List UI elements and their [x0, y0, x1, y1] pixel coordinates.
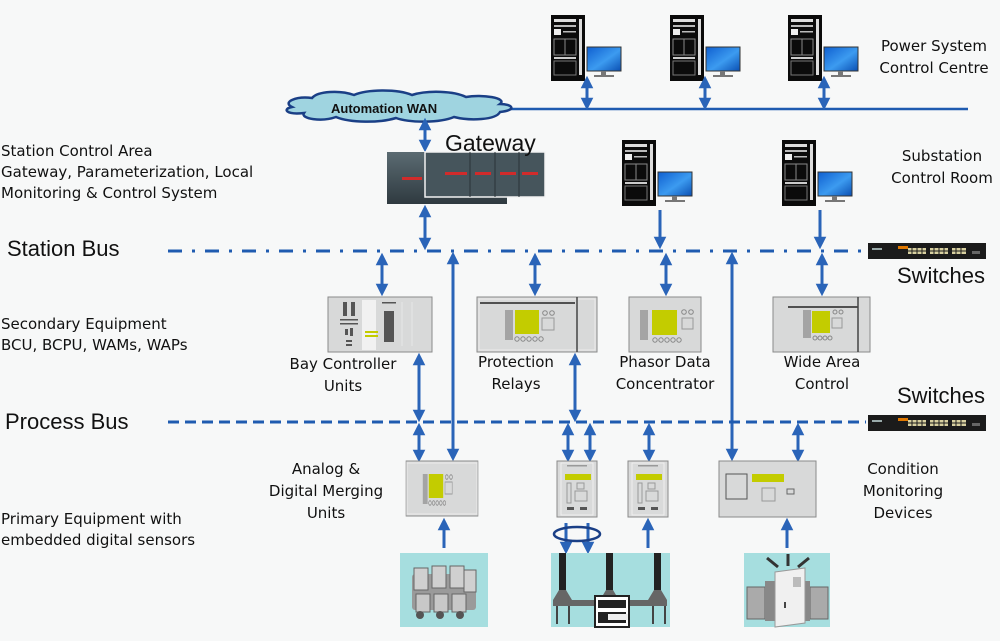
protection-relays-label: Protection Relays: [466, 351, 566, 395]
label-line: Power System: [880, 37, 988, 55]
switches-process-label: Switches: [897, 383, 986, 408]
label-line: Concentrator: [615, 375, 715, 393]
secondary-equipment-label: Secondary Equipment BCU, BCPU, WAMs, WAP…: [1, 314, 188, 356]
label-line: Primary Equipment with: [1, 510, 182, 528]
primary-equipment-label: Primary Equipment with embedded digital …: [1, 509, 195, 551]
process-bus-switch: [867, 414, 987, 432]
merging-unit-3: [627, 460, 669, 518]
diagram-stage: Automation WAN Gateway Power System Cont…: [0, 0, 1000, 641]
label-line: Control Room: [891, 169, 993, 187]
station-bus-label: Station Bus: [7, 236, 120, 261]
label-line: Monitoring & Control System: [1, 184, 218, 202]
label-line: Analog &: [291, 460, 361, 478]
fiber-loop-icon: [552, 525, 602, 543]
label-line: Control Centre: [879, 59, 989, 77]
control-centre-workstation-2: [669, 14, 741, 82]
analog-digital-merging-unit-device: [405, 460, 479, 517]
wide-area-control-label: Wide Area Control: [770, 351, 874, 395]
label-line: Phasor Data: [619, 353, 711, 371]
power-system-control-centre-label: Power System Control Centre: [870, 35, 998, 79]
condition-monitoring-device: [718, 460, 817, 518]
gis-switchgear-image: [400, 553, 488, 627]
label-line: BCU, BCPU, WAMs, WAPs: [1, 336, 188, 354]
label-line: Devices: [873, 504, 933, 522]
label-line: Digital Merging: [268, 482, 384, 500]
circuit-breaker-image: [551, 553, 670, 628]
station-control-area-label: Station Control Area Gateway, Parameteri…: [1, 141, 253, 204]
label-line: Control: [794, 375, 850, 393]
condition-monitoring-devices-label: Condition Monitoring Devices: [848, 458, 958, 524]
gateway-device: [387, 151, 546, 204]
label-line: Bay Controller: [289, 355, 397, 373]
automation-wan-label: Automation WAN: [331, 101, 438, 116]
switches-station-label: Switches: [897, 263, 986, 288]
label-line: Relays: [491, 375, 541, 393]
substation-control-room-label: Substation Control Room: [880, 145, 1000, 189]
station-bus-switch: [867, 242, 987, 260]
bay-controller-units-label: Bay Controller Units: [280, 353, 406, 397]
label-line: Units: [306, 504, 346, 522]
merging-unit-2: [556, 460, 598, 518]
label-line: Units: [323, 377, 363, 395]
label-line: Gateway, Parameterization, Local: [1, 163, 254, 181]
analog-digital-merging-units-label: Analog & Digital Merging Units: [256, 458, 396, 524]
label-line: Protection: [478, 353, 554, 371]
label-line: Wide Area: [783, 353, 861, 371]
substation-workstation-2: [781, 139, 853, 207]
phasor-data-concentrator-device: [628, 296, 702, 353]
wide-area-control-device: [772, 296, 871, 353]
label-line: embedded digital sensors: [1, 531, 196, 549]
label-line: Monitoring: [862, 482, 944, 500]
substation-workstation-1: [621, 139, 693, 207]
label-line: Secondary Equipment: [1, 315, 167, 333]
label-line: Condition: [867, 460, 939, 478]
power-transformer-image: [744, 553, 830, 628]
label-line: Station Control Area: [1, 142, 153, 160]
phasor-data-concentrator-label: Phasor Data Concentrator: [606, 351, 724, 395]
label-line: Substation: [901, 147, 983, 165]
protection-relay-device: [476, 296, 598, 353]
bay-controller-unit-device: [327, 296, 433, 353]
control-centre-workstation-1: [550, 14, 622, 82]
control-centre-workstation-3: [787, 14, 859, 82]
gateway-label: Gateway: [445, 130, 536, 156]
process-bus-label: Process Bus: [5, 409, 129, 434]
